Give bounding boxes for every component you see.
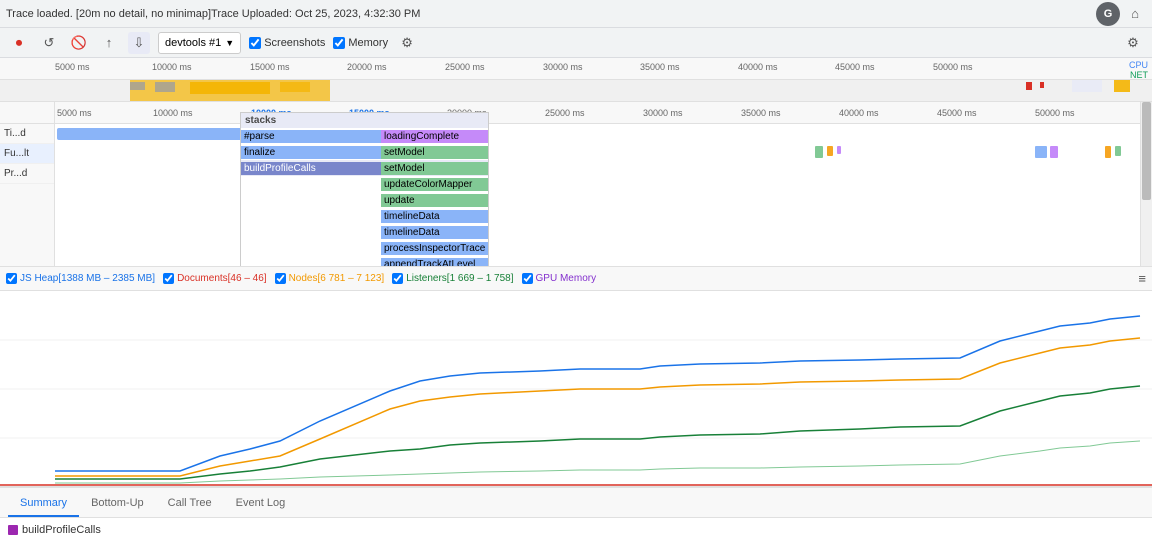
listeners-checkbox[interactable]: Listeners[1 669 – 1 758] [392, 273, 513, 284]
clear-button[interactable]: 🚫 [68, 32, 90, 54]
track-label-timing: Ti...d [0, 124, 54, 144]
download-button[interactable]: ⇩ [128, 32, 150, 54]
trace-info: Trace loaded. [20m no detail, no minimap… [6, 8, 1090, 20]
summary-item-buildprofile: buildProfileCalls [8, 524, 101, 536]
toolbar: ⏺ ↺ 🚫 ↑ ⇩ devtools #1 ▼ Screenshots Memo… [0, 28, 1152, 58]
tab-call-tree[interactable]: Call Tree [156, 491, 224, 517]
track-label-profile: Pr...d [0, 164, 54, 184]
home-icon-button[interactable]: ⌂ [1124, 3, 1146, 25]
summary-label: buildProfileCalls [22, 524, 101, 536]
refresh-button[interactable]: ↺ [38, 32, 60, 54]
flame-row-appendtrack: appendTrackAtLevel [241, 256, 488, 266]
memory-checkbox[interactable]: Memory [333, 37, 388, 49]
scroll-thumb[interactable] [1142, 102, 1151, 200]
tab-summary[interactable]: Summary [8, 491, 79, 517]
settings-icon-button[interactable]: ⚙ [396, 32, 418, 54]
timeline-header: 5000 ms 10000 ms 15000 ms 20000 ms 25000… [0, 58, 1152, 80]
flame-row-update: update [241, 192, 488, 208]
timeline-tracks[interactable]: 5000 ms 10000 ms 10000 ms 15000 ms 20000… [55, 102, 1152, 266]
flame-row-timelinedata2: timelineData [241, 224, 488, 240]
inner-ruler: 5000 ms 10000 ms 10000 ms 15000 ms 20000… [55, 102, 1152, 124]
top-icons: G ⌂ [1096, 2, 1146, 26]
chevron-down-icon: ▼ [225, 38, 234, 48]
js-heap-checkbox[interactable]: JS Heap[1388 MB – 2385 MB] [6, 273, 155, 284]
vertical-scrollbar[interactable] [1140, 102, 1152, 266]
tab-label: devtools #1 [165, 37, 221, 49]
nodes-checkbox[interactable]: Nodes[6 781 – 7 123] [275, 273, 385, 284]
chart-options-icon[interactable]: ≡ [1138, 271, 1146, 286]
bottom-tabs: Summary Bottom-Up Call Tree Event Log [0, 487, 1152, 517]
flame-popup: stacks #parse loadingComplete finalize s… [240, 112, 489, 266]
flame-row-parse: #parse loadingComplete [241, 128, 488, 144]
overview-bar[interactable] [0, 80, 1152, 102]
top-bar: Trace loaded. [20m no detail, no minimap… [0, 0, 1152, 28]
upload-button[interactable]: ↑ [98, 32, 120, 54]
memory-checkboxes: JS Heap[1388 MB – 2385 MB] Documents[46 … [0, 267, 1152, 291]
more-options-button[interactable]: ⚙ [1122, 32, 1144, 54]
ruler-spacer [0, 102, 54, 124]
track-main [55, 144, 1140, 224]
left-panel: Ti...d Fu...lt Pr...d [0, 102, 55, 266]
summary-dot [8, 525, 18, 535]
tab-selector[interactable]: devtools #1 ▼ [158, 32, 241, 54]
flame-header: stacks [241, 113, 488, 128]
main-area: Ti...d Fu...lt Pr...d 5000 ms 10000 ms 1… [0, 102, 1152, 267]
track-label-function: Fu...lt [0, 144, 54, 164]
flame-row-updatecolor: updateColorMapper [241, 176, 488, 192]
flame-row-processinspector: processInspectorTrace [241, 240, 488, 256]
tab-event-log[interactable]: Event Log [224, 491, 298, 517]
memory-section: JS Heap[1388 MB – 2385 MB] Documents[46 … [0, 267, 1152, 487]
gpu-memory-checkbox[interactable]: GPU Memory [522, 273, 597, 284]
track-profile [55, 224, 1140, 254]
memory-svg [0, 291, 1152, 487]
documents-checkbox[interactable]: Documents[46 – 46] [163, 273, 267, 284]
tab-bottom-up[interactable]: Bottom-Up [79, 491, 156, 517]
screenshots-checkbox[interactable]: Screenshots [249, 37, 325, 49]
ruler: 5000 ms 10000 ms 15000 ms 20000 ms 25000… [0, 58, 1152, 79]
avatar-button[interactable]: G [1096, 2, 1120, 26]
flame-row-finalize: finalize setModel [241, 144, 488, 160]
memory-chart [0, 291, 1152, 487]
flame-row-buildprofile: buildProfileCalls setModel [241, 160, 488, 176]
track-timing [55, 124, 1140, 144]
record-button[interactable]: ⏺ [8, 32, 30, 54]
flame-row-timelinedata1: timelineData [241, 208, 488, 224]
